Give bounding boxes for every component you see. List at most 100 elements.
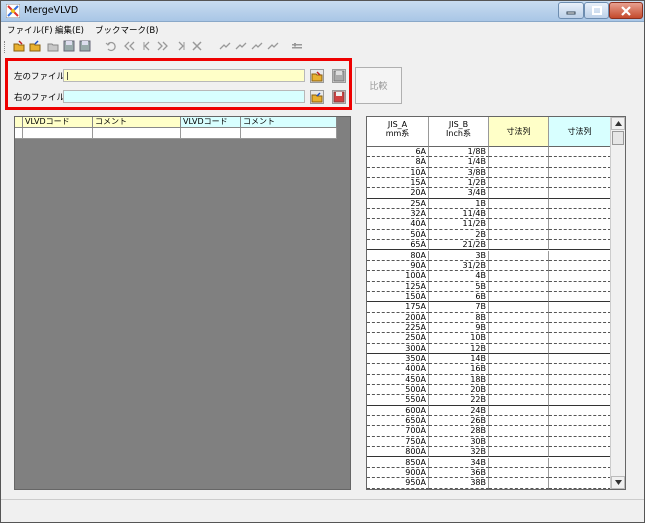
table-cell[interactable]: 32B <box>429 447 489 458</box>
grid-cell[interactable] <box>23 128 93 139</box>
table-cell[interactable]: 225A <box>367 322 429 334</box>
close-button[interactable] <box>609 2 643 19</box>
table-cell[interactable]: 650A <box>367 416 429 427</box>
last-icon[interactable] <box>175 40 187 52</box>
dimension-cell[interactable] <box>549 395 611 406</box>
dimension-cell[interactable] <box>549 178 611 189</box>
dimension-cell[interactable] <box>549 416 611 427</box>
right-file-input[interactable] <box>63 90 305 103</box>
row-header[interactable] <box>15 128 23 139</box>
table-cell[interactable]: 5B <box>429 281 489 292</box>
maximize-button[interactable] <box>584 2 609 19</box>
right-save-button[interactable] <box>332 90 346 104</box>
dimension-cell[interactable] <box>549 364 611 375</box>
table-cell[interactable]: 6A <box>367 147 429 158</box>
dimension-cell[interactable] <box>549 219 611 230</box>
dimension-cell[interactable] <box>549 229 611 241</box>
dimension-cell[interactable] <box>549 198 611 210</box>
save-all-icon[interactable] <box>79 40 91 52</box>
table-cell[interactable]: 550A <box>367 395 429 406</box>
dimension-cell[interactable] <box>489 343 549 354</box>
dimension-cell[interactable] <box>489 271 549 282</box>
merge-right-icon[interactable] <box>235 40 247 52</box>
merge-left-icon[interactable] <box>219 40 231 52</box>
table-cell[interactable]: 11/2B <box>429 219 489 230</box>
scroll-up-button[interactable] <box>611 117 625 130</box>
dimension-cell[interactable] <box>489 240 549 251</box>
table-cell[interactable]: 20B <box>429 385 489 396</box>
table-cell[interactable]: 700A <box>367 426 429 437</box>
toolbar-grip[interactable] <box>4 41 7 53</box>
dimension-cell[interactable] <box>549 426 611 437</box>
table-cell[interactable]: 3B <box>429 250 489 261</box>
dimension-cell[interactable] <box>489 478 549 489</box>
dimension-cell[interactable] <box>549 333 611 344</box>
dimension-cell[interactable] <box>489 426 549 437</box>
open-both-icon[interactable] <box>47 40 59 52</box>
table-cell[interactable]: 14B <box>429 354 489 365</box>
dimension-cell[interactable] <box>549 447 611 458</box>
save-icon[interactable] <box>63 40 75 52</box>
undo-icon[interactable] <box>105 40 117 52</box>
dimension-cell[interactable] <box>549 343 611 354</box>
table-cell[interactable]: 950A <box>367 478 429 489</box>
table-cell[interactable]: 350A <box>367 354 429 365</box>
dimension-cell[interactable] <box>489 405 549 417</box>
table-cell[interactable]: 80A <box>367 250 429 261</box>
table-cell[interactable]: 2B <box>429 229 489 241</box>
dimension-cell[interactable] <box>489 219 549 230</box>
dimension-cell[interactable] <box>549 209 611 220</box>
dimension-cell[interactable] <box>549 374 611 386</box>
table-cell[interactable]: 28B <box>429 426 489 437</box>
left-save-button[interactable] <box>332 69 346 83</box>
open-left-icon[interactable] <box>13 40 25 52</box>
table-cell[interactable]: 40A <box>367 219 429 230</box>
table-cell[interactable]: 90A <box>367 260 429 272</box>
left-open-button[interactable] <box>310 69 324 83</box>
table-cell[interactable]: 1/8B <box>429 147 489 158</box>
table-cell[interactable]: 450A <box>367 374 429 386</box>
dimension-cell[interactable] <box>489 416 549 427</box>
table-cell[interactable]: 16B <box>429 364 489 375</box>
table-cell[interactable]: 6B <box>429 291 489 303</box>
table-cell[interactable]: 500A <box>367 385 429 396</box>
dimension-cell[interactable] <box>489 395 549 406</box>
table-cell[interactable]: 150A <box>367 291 429 303</box>
table-cell[interactable]: 7B <box>429 302 489 313</box>
table-cell[interactable]: 1/2B <box>429 178 489 189</box>
menu-edit[interactable]: 編集(E) <box>55 24 84 36</box>
table-cell[interactable]: 9B <box>429 322 489 334</box>
dimension-cell[interactable] <box>549 478 611 489</box>
dimension-cell[interactable] <box>489 188 549 199</box>
left-file-input[interactable]: | <box>63 69 305 82</box>
dimension-cell[interactable] <box>489 250 549 261</box>
menu-file[interactable]: ファイル(F) <box>7 24 53 36</box>
table-cell[interactable]: 850A <box>367 457 429 468</box>
table-cell[interactable]: 26B <box>429 416 489 427</box>
table-cell[interactable]: 1/4B <box>429 157 489 168</box>
dimension-cell[interactable] <box>549 312 611 323</box>
table-cell[interactable]: 900A <box>367 467 429 479</box>
merge-all-icon[interactable] <box>267 40 279 52</box>
table-cell[interactable]: 65A <box>367 240 429 251</box>
left-grid[interactable]: VLVDコード コメント VLVDコード コメント <box>14 116 351 490</box>
table-cell[interactable]: 21/2B <box>429 240 489 251</box>
dimension-cell[interactable] <box>489 302 549 313</box>
dimension-cell[interactable] <box>549 385 611 396</box>
dimension-cell[interactable] <box>549 147 611 158</box>
dimension-cell[interactable] <box>489 467 549 479</box>
dimension-cell[interactable] <box>489 457 549 468</box>
merge-both-icon[interactable] <box>251 40 263 52</box>
dimension-cell[interactable] <box>489 385 549 396</box>
table-cell[interactable]: 800A <box>367 447 429 458</box>
col-dimension-right[interactable]: 寸法列 <box>549 117 611 147</box>
next-icon[interactable] <box>157 40 169 52</box>
table-cell[interactable]: 50A <box>367 229 429 241</box>
dimension-cell[interactable] <box>489 229 549 241</box>
prev-icon[interactable] <box>141 40 153 52</box>
table-cell[interactable]: 750A <box>367 436 429 448</box>
table-cell[interactable]: 12B <box>429 343 489 354</box>
table-cell[interactable]: 4B <box>429 271 489 282</box>
dimension-cell[interactable] <box>489 198 549 210</box>
dimension-cell[interactable] <box>489 322 549 334</box>
